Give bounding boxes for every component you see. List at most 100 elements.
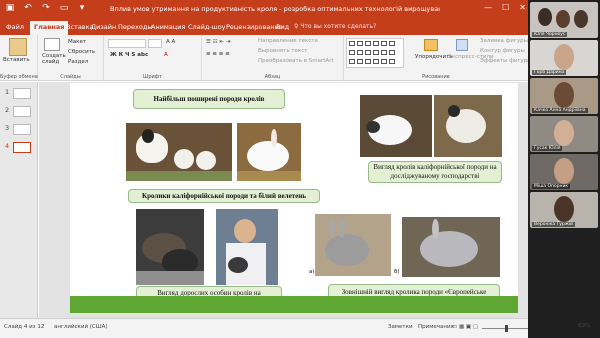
font-size-field[interactable]: [148, 39, 162, 48]
photo-adult-rabbits[interactable]: [136, 209, 204, 285]
slide-count: Слайд 4 из 12: [4, 324, 45, 330]
paragraph-group: ☰ ☷ ⇤ ⇥ ≡ ≡ ≡ ≡ Направление текста Выров…: [202, 35, 344, 81]
tab-view[interactable]: Вид: [276, 23, 289, 31]
maximize-icon[interactable]: ☐: [502, 3, 509, 12]
section-button[interactable]: Раздел: [68, 59, 88, 65]
window-controls: — ☐ ✕: [484, 3, 526, 12]
participant-tile[interactable]: Качко Анна Андріївна: [530, 78, 598, 114]
minimize-icon[interactable]: —: [484, 3, 492, 12]
video-call-panel: Юля Чорноус Горб Дарина Качко Анна Андрі…: [528, 0, 600, 338]
tell-me-label: Что вы хотите сделать?: [300, 23, 377, 30]
quick-styles-icon[interactable]: [456, 39, 468, 51]
thumb-number: 3: [5, 124, 10, 132]
tab-file[interactable]: Файл: [6, 23, 24, 31]
thumb-number: 4: [5, 142, 10, 150]
photo-californian-2[interactable]: [434, 95, 502, 157]
zoom-slider-handle[interactable]: [505, 325, 508, 332]
photo-white-rabbit[interactable]: [237, 123, 301, 181]
shape-fill-button[interactable]: Заливка фигуры: [480, 38, 528, 44]
powerpoint-window: ▣ ↶ ↷ ▭ ▾ Вплив умов утримання на продук…: [0, 0, 534, 338]
reset-button[interactable]: Сбросить: [68, 49, 95, 55]
tab-review[interactable]: Рецензирование: [226, 23, 283, 31]
tab-insert[interactable]: Вставка: [66, 23, 94, 31]
tab-slideshow[interactable]: Слайд-шоу: [188, 23, 226, 31]
slide-thumbnail-2[interactable]: [13, 106, 31, 117]
close-icon[interactable]: ✕: [519, 3, 526, 12]
zoom-level: 69%: [578, 323, 591, 329]
participant-tile[interactable]: Юля Чорноус: [530, 2, 598, 38]
paste-icon[interactable]: [9, 38, 27, 56]
caption-californian[interactable]: Вигляд кролів каліфорнійської породи на …: [368, 161, 502, 183]
view-buttons[interactable]: ▭ ▦ ▣ ▢: [452, 324, 478, 330]
drawing-group: Упорядочить Экспресс-стили Заливка фигур…: [344, 35, 532, 81]
participant-name: Міша Опорник: [532, 184, 571, 189]
label-a: а): [309, 269, 315, 275]
clipboard-group: Вставить Буфер обмена: [0, 35, 38, 81]
font-color-icon[interactable]: A: [164, 52, 168, 58]
layout-button[interactable]: Макет: [68, 39, 86, 45]
comments-button[interactable]: Примечания: [418, 324, 454, 330]
font-style-buttons[interactable]: Ж К Ч S abc: [110, 52, 148, 58]
photo-girl-rabbit[interactable]: [216, 209, 278, 285]
participant-name: Юля Чорноус: [532, 32, 568, 37]
bullets-icon[interactable]: ☰ ☷ ⇤ ⇥: [206, 39, 230, 45]
slide-thumbnail-3[interactable]: [13, 124, 31, 135]
window-title: Вплив умов утримання на продуктивність к…: [110, 5, 440, 13]
screen: ▣ ↶ ↷ ▭ ▾ Вплив умов утримання на продук…: [0, 0, 600, 338]
slides-group: Создать слайд Макет Сбросить Раздел Слай…: [38, 35, 104, 81]
save-icon[interactable]: ▣: [4, 3, 16, 13]
slide-thumbnail-1[interactable]: [13, 88, 31, 99]
title-bar: ▣ ↶ ↷ ▭ ▾ Вплив умов утримання на продук…: [0, 0, 528, 20]
language-indicator[interactable]: английский (США): [54, 324, 108, 330]
thumb-number: 1: [5, 88, 10, 96]
shape-effects-button[interactable]: Эффекты фигуры: [480, 58, 532, 64]
align-icon[interactable]: ≡ ≡ ≡ ≡: [206, 51, 230, 57]
notes-button[interactable]: Заметки: [388, 324, 413, 330]
caption-breeds[interactable]: Найбільш поширені породи кролів: [133, 89, 285, 109]
font-group-label: Шрифт: [143, 74, 162, 80]
tab-transitions[interactable]: Переходы: [118, 23, 152, 31]
new-slide-button[interactable]: Создать слайд: [42, 53, 68, 65]
clipboard-group-label: Буфер обмена: [0, 74, 38, 80]
slide-thumbnail-4[interactable]: [13, 142, 31, 153]
new-slide-icon[interactable]: [44, 38, 60, 51]
ribbon-tabs: Файл Главная Вставка Дизайн Переходы Ани…: [0, 20, 528, 35]
zoom-slider[interactable]: [482, 328, 534, 329]
tab-design[interactable]: Дизайн: [91, 23, 116, 31]
font-grow-icon[interactable]: A A: [166, 39, 175, 45]
shape-outline-button[interactable]: Контур фигуры: [480, 48, 525, 54]
slide-canvas[interactable]: Найбільш поширені породи кролів Вигляд к…: [70, 83, 518, 313]
tell-me-search[interactable]: ♀ Что вы хотите сделать?: [294, 23, 376, 30]
paste-button[interactable]: Вставить: [3, 57, 30, 63]
more-icon[interactable]: ▾: [76, 3, 88, 13]
participant-tile[interactable]: Вероніка Гуржій: [530, 192, 598, 228]
ribbon: Вставить Буфер обмена Создать слайд Маке…: [0, 35, 532, 81]
redo-icon[interactable]: ↷: [40, 3, 52, 13]
undo-icon[interactable]: ↶: [22, 3, 34, 13]
shapes-gallery[interactable]: [346, 38, 404, 68]
photo-european-silver[interactable]: [315, 214, 391, 276]
label-b: б): [394, 269, 400, 275]
arrange-button[interactable]: Упорядочить: [415, 54, 453, 60]
thumb-number: 2: [5, 106, 10, 114]
participant-tile[interactable]: Гусак Юлія: [530, 116, 598, 152]
photo-soviet-chinchilla[interactable]: [402, 217, 500, 277]
participant-name: Гусак Юлія: [532, 146, 563, 151]
participant-name: Вероніка Гуржій: [532, 222, 576, 227]
tab-animations[interactable]: Анимация: [151, 23, 185, 31]
photo-californian-1[interactable]: [360, 95, 432, 157]
font-group: A A Ж К Ч S abc A Шрифт: [104, 35, 202, 81]
tab-home[interactable]: Главная: [30, 21, 69, 35]
text-direction-button[interactable]: Направление текста: [258, 38, 318, 44]
arrange-icon[interactable]: [424, 39, 438, 51]
participant-tile[interactable]: Міша Опорник: [530, 154, 598, 190]
caption-californian-giant[interactable]: Кролики каліфорнійської породи та білий …: [128, 189, 320, 203]
slide-thumbnail-pane: 1 2 3 4: [0, 82, 38, 318]
smartart-button[interactable]: Преобразовать в SmartArt: [258, 58, 334, 64]
align-text-button[interactable]: Выровнять текст: [258, 48, 307, 54]
photo-rabbits-cage[interactable]: [126, 123, 232, 181]
participant-tile[interactable]: Горб Дарина: [530, 40, 598, 76]
font-name-field[interactable]: [108, 39, 146, 48]
present-icon[interactable]: ▭: [58, 3, 70, 13]
participant-name: Горб Дарина: [532, 70, 567, 75]
